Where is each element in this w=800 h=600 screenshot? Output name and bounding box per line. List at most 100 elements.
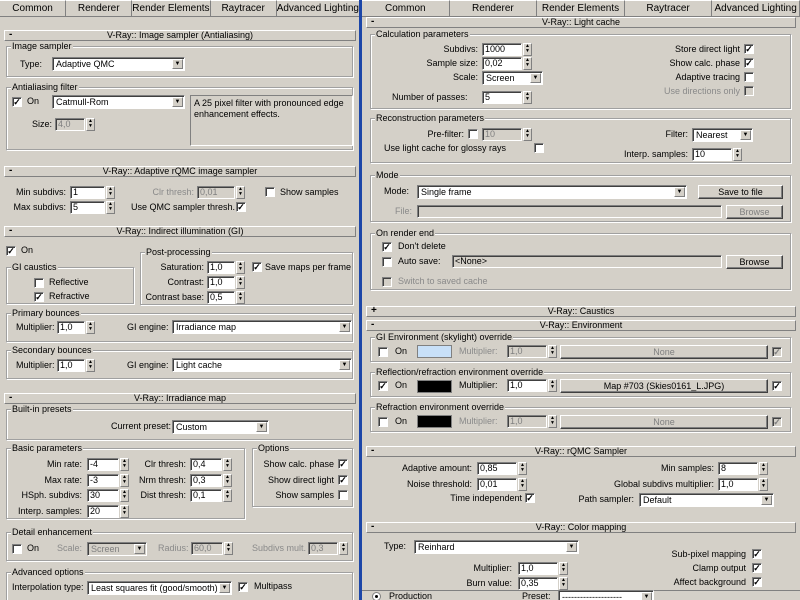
refr-env-map-checkbox[interactable]: ✓ xyxy=(772,417,782,427)
min-samples-field[interactable]: 8 xyxy=(718,462,758,475)
rollout-irradiance-map[interactable]: - V-Ray:: Irradiance map xyxy=(4,393,356,404)
contrast-base-spinner-icon[interactable]: ▲ ▼ xyxy=(236,291,245,304)
show-samples-checkbox[interactable] xyxy=(265,187,275,197)
use-directions-checkbox[interactable] xyxy=(744,86,754,96)
aa-filter-dropdown[interactable]: Catmull-Rom ▼ xyxy=(52,95,185,109)
auto-save-checkbox[interactable] xyxy=(382,257,392,267)
rollout-rqmc-sampler[interactable]: - V-Ray:: rQMC Sampler xyxy=(366,446,796,457)
hsph-subdivs-spinner-icon[interactable]: ▲ ▼ xyxy=(120,489,129,502)
production-radio[interactable] xyxy=(372,592,381,600)
detail-scale-dropdown[interactable]: Screen ▼ xyxy=(87,542,147,556)
min-subdivs-field[interactable]: 1 xyxy=(70,186,105,199)
tab-raytracer[interactable]: Raytracer xyxy=(624,0,713,16)
tab-common[interactable]: Common xyxy=(0,0,67,16)
gi-env-mult-field[interactable]: 1,0 xyxy=(507,345,547,358)
subdivs-mult-field[interactable]: 0,3 xyxy=(308,542,338,555)
sample-size-field[interactable]: 0,02 xyxy=(482,57,522,70)
min-rate-field[interactable]: -4 xyxy=(87,458,119,471)
nrm-thresh-field[interactable]: 0,3 xyxy=(190,474,222,487)
irr-clr-thresh-spinner-icon[interactable]: ▲ ▼ xyxy=(223,458,232,471)
sample-size-spinner-icon[interactable]: ▲ ▼ xyxy=(523,57,532,70)
rollout-caustics[interactable]: + V-Ray:: Caustics xyxy=(366,306,796,317)
refl-env-mult-spinner-icon[interactable]: ▲ ▼ xyxy=(548,379,557,392)
min-samples-spinner-icon[interactable]: ▲ ▼ xyxy=(759,462,768,475)
lc-scale-dropdown[interactable]: Screen ▼ xyxy=(482,71,543,85)
tab-renderer[interactable]: Renderer xyxy=(449,0,538,16)
lc-subdivs-field[interactable]: 1000 xyxy=(482,43,522,56)
burn-value-field[interactable]: 0,35 xyxy=(518,577,558,590)
refr-env-color-swatch[interactable] xyxy=(417,415,452,428)
contrast-base-field[interactable]: 0,5 xyxy=(207,291,235,304)
multipass-checkbox[interactable]: ✓ xyxy=(238,582,248,592)
gi-env-on-checkbox[interactable] xyxy=(378,347,388,357)
clr-thresh-spinner-icon[interactable]: ▲ ▼ xyxy=(236,186,245,199)
gi-on-checkbox[interactable]: ✓ xyxy=(6,246,16,256)
tab-render-elements[interactable]: Render Elements xyxy=(132,0,211,16)
refr-env-on-checkbox[interactable] xyxy=(378,417,388,427)
browse-file-button[interactable]: Browse xyxy=(726,205,783,219)
image-sampler-type-dropdown[interactable]: Adaptive QMC ▼ xyxy=(52,57,185,71)
dont-delete-checkbox[interactable]: ✓ xyxy=(382,242,392,252)
aa-size-field[interactable]: 4,0 xyxy=(55,118,85,131)
subdivs-mult-spinner-icon[interactable]: ▲ ▼ xyxy=(339,542,348,555)
aa-on-checkbox[interactable]: ✓ xyxy=(12,97,22,107)
saturation-spinner-icon[interactable]: ▲ ▼ xyxy=(236,261,245,274)
tab-common[interactable]: Common xyxy=(362,0,450,16)
global-subdivs-field[interactable]: 1,0 xyxy=(718,478,758,491)
noise-threshold-field[interactable]: 0,01 xyxy=(477,478,517,491)
primary-multiplier-spinner-icon[interactable]: ▲ ▼ xyxy=(86,321,95,334)
gi-env-mult-spinner-icon[interactable]: ▲ ▼ xyxy=(548,345,557,358)
rollout-light-cache[interactable]: - V-Ray:: Light cache xyxy=(366,17,796,28)
tab-renderer[interactable]: Renderer xyxy=(66,0,133,16)
refr-env-map-button[interactable]: None xyxy=(560,415,768,429)
refl-env-mult-field[interactable]: 1,0 xyxy=(507,379,547,392)
tab-advanced-lighting[interactable]: Advanced Lighting xyxy=(276,0,360,16)
lc-filter-dropdown[interactable]: Nearest ▼ xyxy=(692,128,753,142)
refl-env-color-swatch[interactable] xyxy=(417,380,452,393)
secondary-multiplier-field[interactable]: 1,0 xyxy=(57,359,85,372)
interp-samples-spinner-icon[interactable]: ▲ ▼ xyxy=(120,505,129,518)
min-subdivs-spinner-icon[interactable]: ▲ ▼ xyxy=(106,186,115,199)
secondary-gi-engine-dropdown[interactable]: Light cache ▼ xyxy=(172,358,352,372)
lc-mode-dropdown[interactable]: Single frame ▼ xyxy=(417,185,687,199)
subpixel-checkbox[interactable]: ✓ xyxy=(752,549,762,559)
max-rate-spinner-icon[interactable]: ▲ ▼ xyxy=(120,474,129,487)
rollout-color-mapping[interactable]: - V-Ray:: Color mapping xyxy=(366,522,796,533)
current-preset-dropdown[interactable]: Custom ▼ xyxy=(172,420,269,434)
tab-raytracer[interactable]: Raytracer xyxy=(210,0,277,16)
rollout-image-sampler[interactable]: - V-Ray:: Image sampler (Antialiasing) xyxy=(4,30,356,41)
rollout-adaptive-rqmc[interactable]: - V-Ray:: Adaptive rQMC image sampler xyxy=(4,166,356,177)
preset-dropdown[interactable]: -------------------- ▼ xyxy=(558,590,654,600)
dist-thresh-field[interactable]: 0,1 xyxy=(190,489,222,502)
affect-bg-checkbox[interactable]: ✓ xyxy=(752,577,762,587)
interp-type-dropdown[interactable]: Least squares fit (good/smooth) ▼ xyxy=(87,581,232,595)
max-subdivs-field[interactable]: 5 xyxy=(70,201,105,214)
save-maps-checkbox[interactable]: ✓ xyxy=(252,262,262,272)
adaptive-amount-field[interactable]: 0,85 xyxy=(477,462,517,475)
save-to-file-button[interactable]: Save to file xyxy=(698,185,783,199)
adaptive-tracing-checkbox[interactable] xyxy=(744,72,754,82)
use-glossy-checkbox[interactable] xyxy=(534,143,544,153)
time-independent-checkbox[interactable]: ✓ xyxy=(525,493,535,503)
clr-thresh-field[interactable]: 0,01 xyxy=(197,186,235,199)
max-subdivs-spinner-icon[interactable]: ▲ ▼ xyxy=(106,201,115,214)
cm-type-dropdown[interactable]: Reinhard ▼ xyxy=(414,540,579,554)
clamp-output-checkbox[interactable]: ✓ xyxy=(752,563,762,573)
global-subdivs-spinner-icon[interactable]: ▲ ▼ xyxy=(759,478,768,491)
auto-save-field[interactable]: <None> xyxy=(452,255,722,268)
prefilter-spinner-icon[interactable]: ▲ ▼ xyxy=(523,128,532,141)
lc-subdivs-spinner-icon[interactable]: ▲ ▼ xyxy=(523,43,532,56)
refl-env-on-checkbox[interactable]: ✓ xyxy=(378,381,388,391)
min-rate-spinner-icon[interactable]: ▲ ▼ xyxy=(120,458,129,471)
refr-env-mult-spinner-icon[interactable]: ▲ ▼ xyxy=(548,415,557,428)
use-qmc-checkbox[interactable]: ✓ xyxy=(236,202,246,212)
prefilter-field[interactable]: 10 xyxy=(482,128,522,141)
prefilter-checkbox[interactable] xyxy=(468,129,478,139)
irr-show-direct-checkbox[interactable]: ✓ xyxy=(338,475,348,485)
radius-field[interactable]: 60,0 xyxy=(191,542,223,555)
lc-file-field[interactable] xyxy=(417,205,722,218)
secondary-multiplier-spinner-icon[interactable]: ▲ ▼ xyxy=(86,359,95,372)
refl-env-map-button[interactable]: Map #703 (Skies0161_L.JPG) xyxy=(560,379,768,393)
hsph-subdivs-field[interactable]: 30 xyxy=(87,489,119,502)
gi-env-map-button[interactable]: None xyxy=(560,345,768,359)
